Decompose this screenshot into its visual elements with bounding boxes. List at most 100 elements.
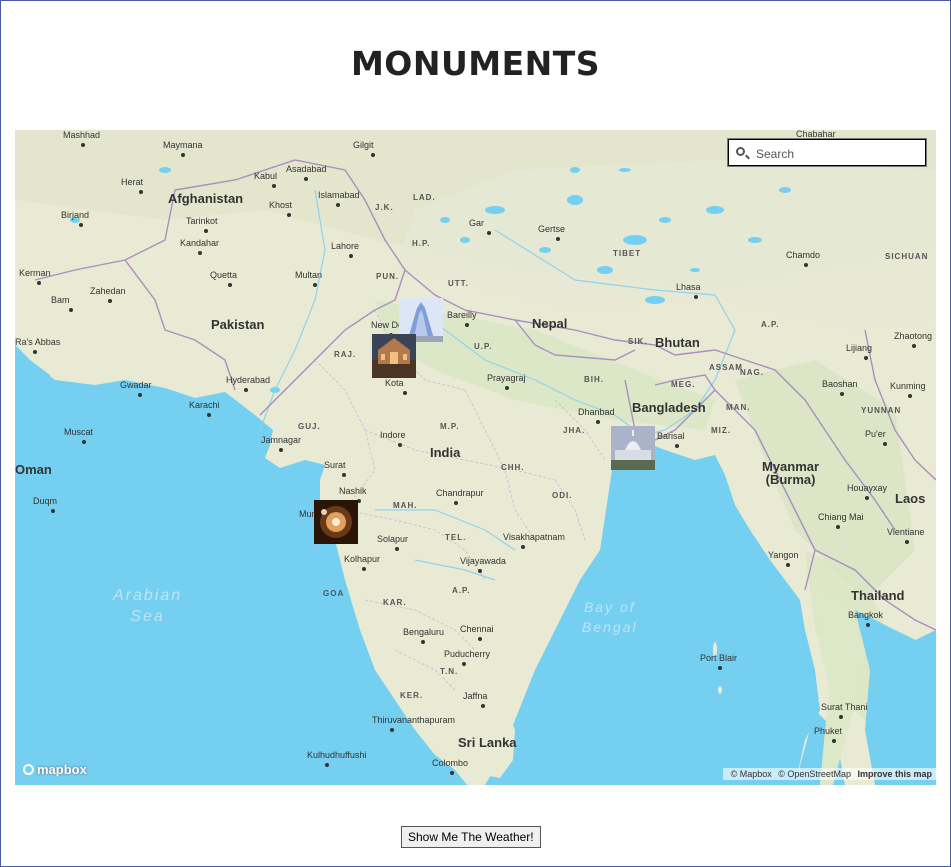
citie-label: Khost <box>269 200 293 210</box>
city-dot <box>304 177 308 181</box>
countrie-label: Afghanistan <box>168 191 244 206</box>
monument-marker-mumbai[interactable] <box>314 500 358 544</box>
map-canvas[interactable]: Afghanistan Pakistan Nepal Bhutan Bangladesh… <box>15 130 936 785</box>
city-dot <box>313 283 317 287</box>
city-dot <box>465 323 469 327</box>
improve-map-link[interactable]: Improve this map <box>857 769 932 779</box>
attribution-mapbox-link[interactable]: © Mapbox <box>731 769 772 779</box>
citie-label: Birjand <box>61 210 90 220</box>
city-dot <box>81 143 85 147</box>
state-label: MEG. <box>671 380 696 389</box>
citie-label: Bareilly <box>447 310 477 320</box>
city-dot <box>865 496 869 500</box>
city-dot <box>454 501 458 505</box>
citie-label: Kandahar <box>180 238 220 248</box>
state-label: U.P. <box>474 342 493 351</box>
countrie-label: Myanmar (Burma) <box>762 459 820 487</box>
city-dot <box>718 666 722 670</box>
city-dot <box>371 153 375 157</box>
citie-label: Chiang Mai <box>818 512 864 522</box>
countrie-label: Bhutan <box>655 335 700 350</box>
city-dot <box>138 393 142 397</box>
citie-label: Vijayawada <box>460 556 506 566</box>
city-dot <box>675 444 679 448</box>
search-input[interactable] <box>754 143 926 165</box>
state-label: MAH. <box>393 501 418 510</box>
citie-label: Muscat <box>64 427 94 437</box>
citie-label: Lhasa <box>676 282 701 292</box>
state-label: PUN. <box>376 272 400 281</box>
city-dot <box>804 263 808 267</box>
citie-label: Puducherry <box>444 649 491 659</box>
state-label: ASSAM <box>709 363 743 372</box>
citie-label: Dhanbad <box>578 407 615 417</box>
citie-label: Jamnagar <box>261 435 302 445</box>
city-dot <box>198 251 202 255</box>
citie-label: Surat <box>324 460 346 470</box>
city-dot <box>505 386 509 390</box>
marker-thumbnail-icon <box>611 426 655 470</box>
city-dot <box>403 391 407 395</box>
city-dot <box>866 623 870 627</box>
city-dot <box>398 443 402 447</box>
mapbox-logo-text: mapbox <box>37 762 87 777</box>
citie-label: Maymana <box>163 140 203 150</box>
city-dot <box>181 153 185 157</box>
citie-label: Gwadar <box>120 380 152 390</box>
state-label: MAN. <box>726 403 751 412</box>
citie-label: Duqm <box>33 496 58 506</box>
city-dot <box>840 392 844 396</box>
city-dot <box>287 213 291 217</box>
citie-label: Baoshan <box>822 379 858 389</box>
state-label: CHH. <box>501 463 525 472</box>
city-dot <box>786 563 790 567</box>
countrie-label: Laos <box>895 491 926 506</box>
search-icon <box>736 147 745 156</box>
citie-label: Gar <box>469 218 485 228</box>
state-label: H.P. <box>412 239 431 248</box>
city-dot <box>839 715 843 719</box>
city-dot <box>37 281 41 285</box>
city-dot <box>883 442 887 446</box>
show-weather-button[interactable]: Show Me The Weather! <box>401 826 541 848</box>
city-dot <box>272 184 276 188</box>
city-dot <box>362 567 366 571</box>
state-label: ODI. <box>552 491 573 500</box>
countrie-label: Bangladesh <box>632 400 706 415</box>
city-dot <box>832 739 836 743</box>
countrie-label: Sri Lanka <box>458 735 517 750</box>
citie-label: Islamabad <box>318 190 360 200</box>
city-dot <box>51 509 55 513</box>
state-label: TIBET <box>613 249 642 258</box>
monument-marker-kolkata[interactable] <box>611 426 655 470</box>
citie-label: Thiruvananthapuram <box>372 715 456 725</box>
state-label: BIH. <box>584 375 604 384</box>
state-label: JHA. <box>563 426 586 435</box>
citie-label: Zhaotong <box>894 331 933 341</box>
citie-label: Lahore <box>331 241 360 251</box>
state-label: A.P. <box>452 586 471 595</box>
city-dot <box>908 394 912 398</box>
map-search-box[interactable] <box>727 138 927 167</box>
sea-label: Bay of Bengal <box>582 599 638 635</box>
citie-label: Kunming <box>890 381 926 391</box>
state-label: SICHUAN <box>885 252 929 261</box>
citie-label: Solapur <box>377 534 409 544</box>
city-dot <box>325 763 329 767</box>
marker-thumbnail-icon <box>314 500 358 544</box>
citie-label: Port Blair <box>700 653 738 663</box>
city-dot <box>69 308 73 312</box>
mapbox-logo[interactable]: mapbox <box>23 762 87 777</box>
citie-label: Karachi <box>189 400 220 410</box>
citie-label: Asadabad <box>286 164 327 174</box>
countrie-label: India <box>430 445 461 460</box>
city-dot <box>694 295 698 299</box>
citie-label: Hyderabad <box>226 375 271 385</box>
attribution-osm-link[interactable]: © OpenStreetMap <box>778 769 851 779</box>
monument-marker-rajasthan[interactable] <box>372 334 416 378</box>
state-label: RAJ. <box>334 350 357 359</box>
state-label: UTT. <box>448 279 469 288</box>
citie-label: Zahedan <box>90 286 126 296</box>
map-attribution: © Mapbox © OpenStreetMap Improve this ma… <box>722 768 936 780</box>
city-dot <box>108 299 112 303</box>
